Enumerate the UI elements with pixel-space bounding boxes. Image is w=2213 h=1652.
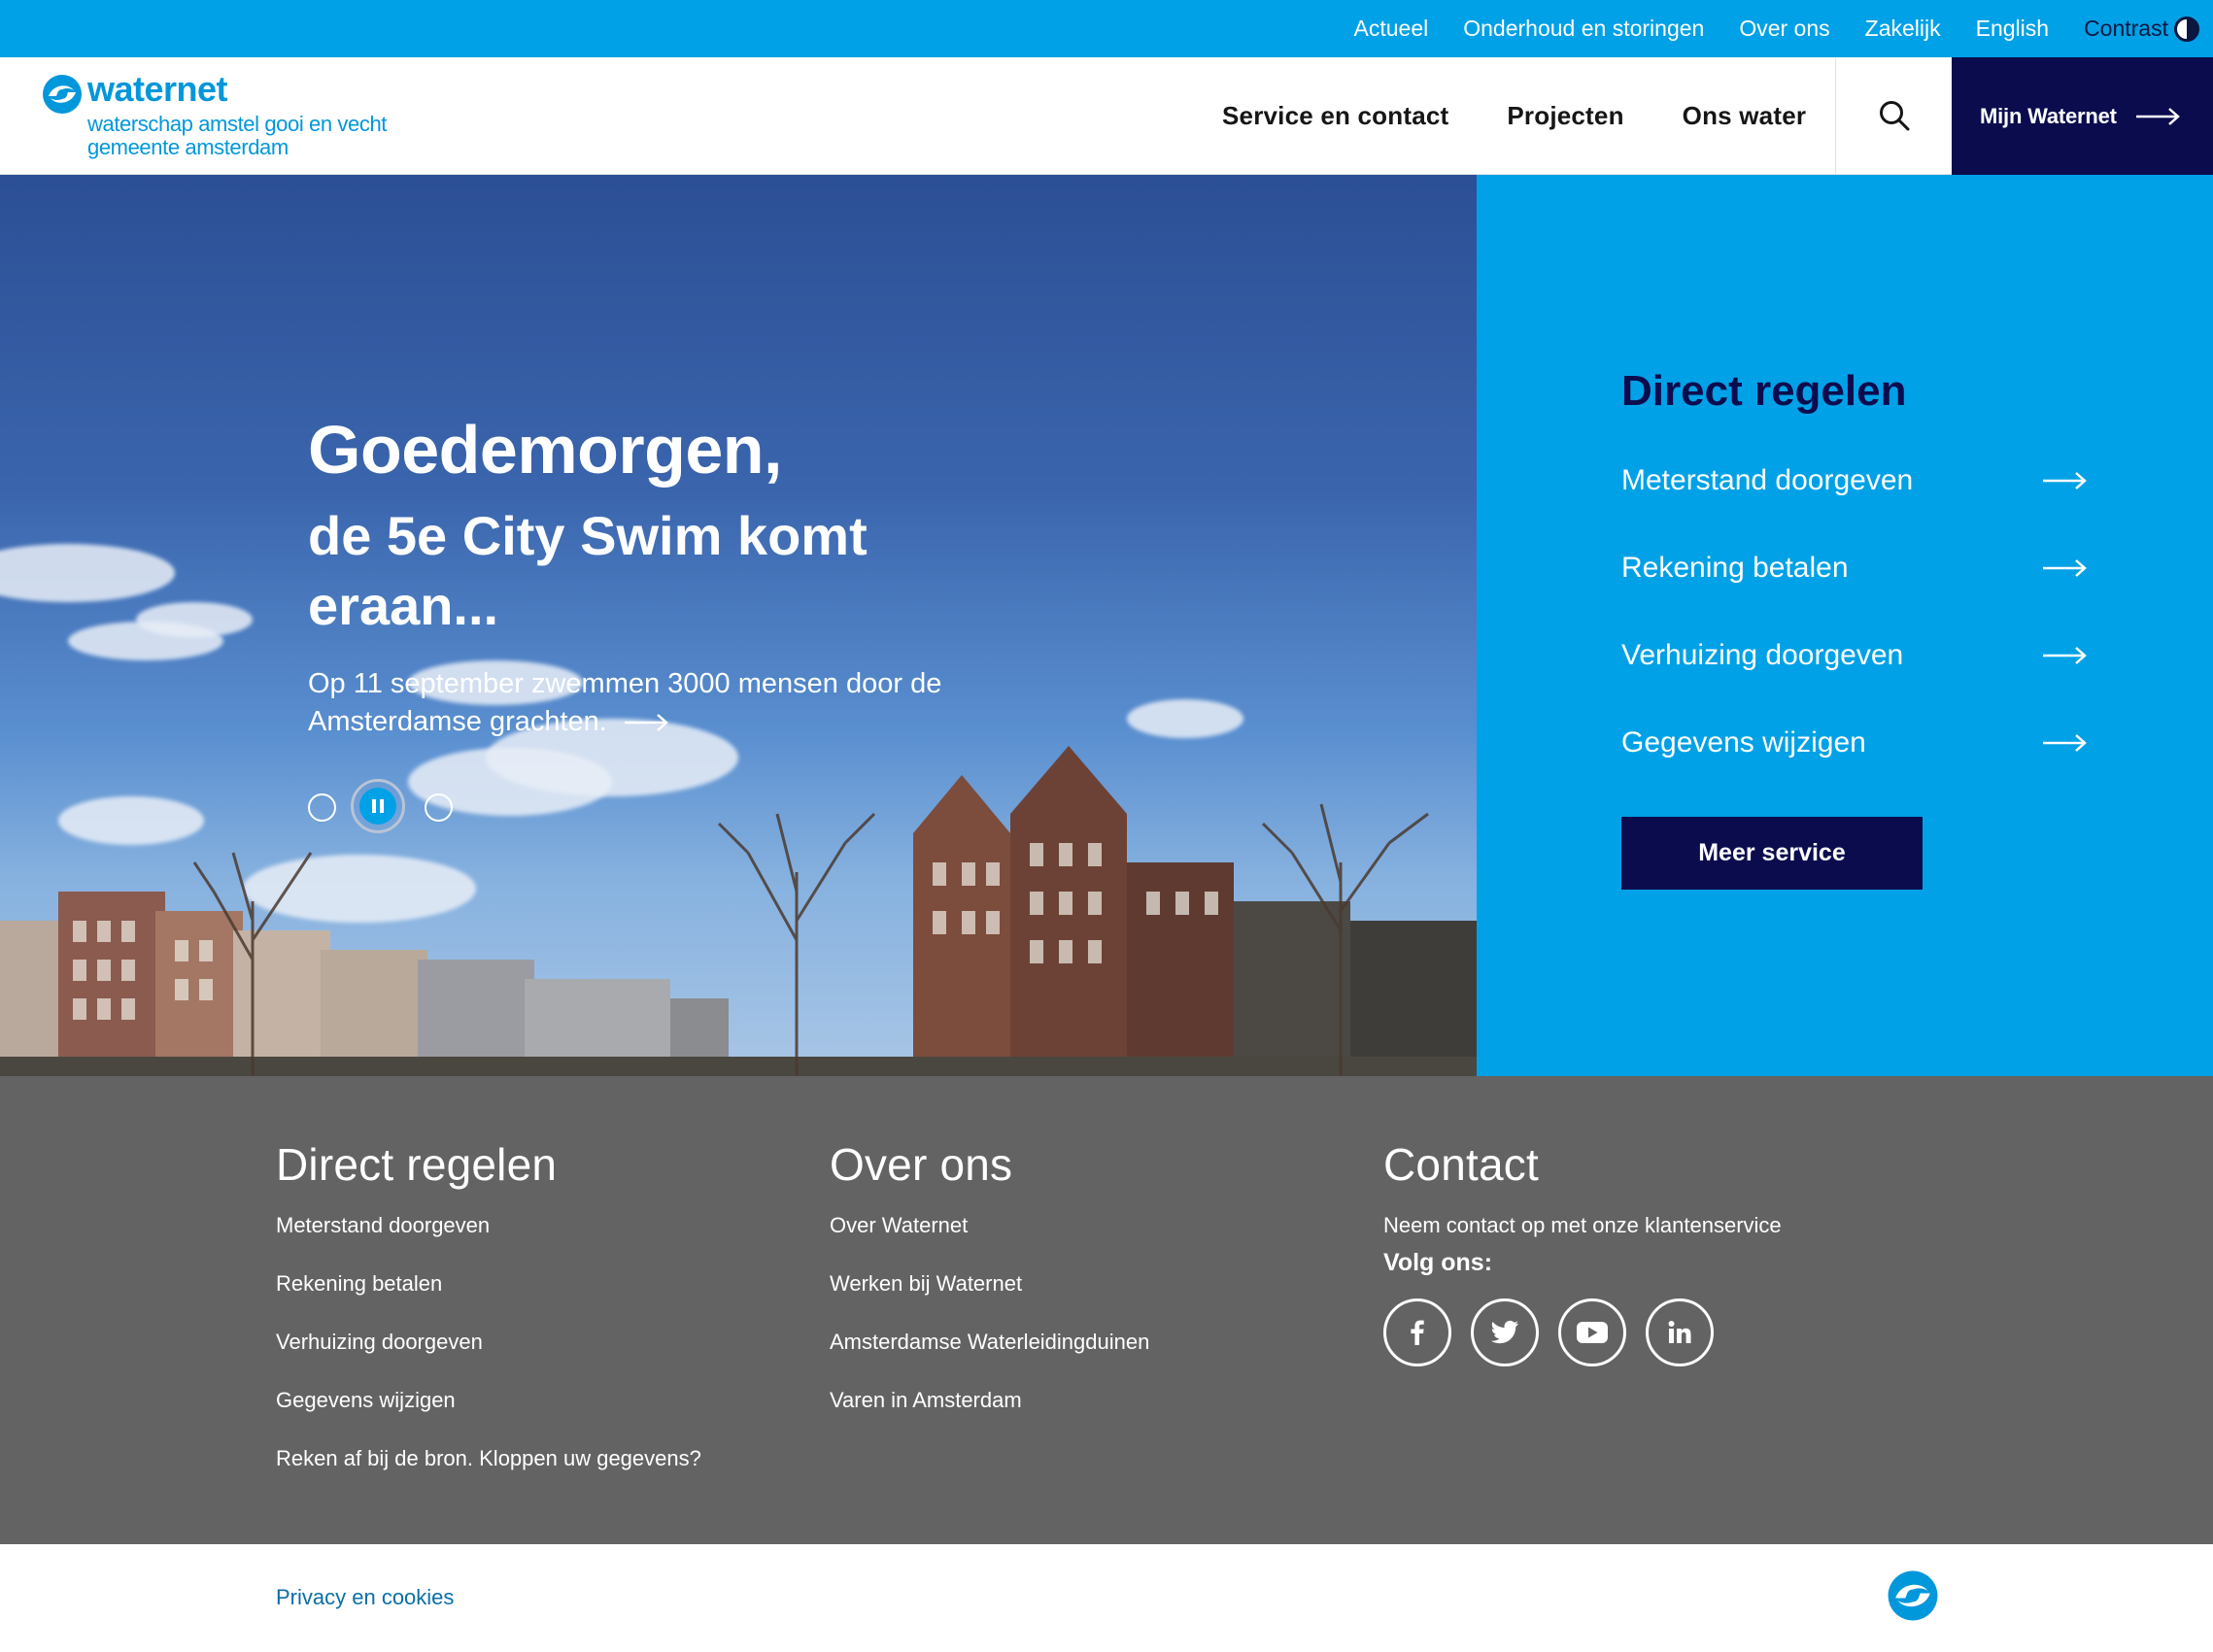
footer-link[interactable]: Rekening betalen	[276, 1270, 701, 1329]
arrow-right-icon	[624, 714, 668, 732]
arrow-right-icon	[2043, 472, 2087, 489]
panel-link-label: Rekening betalen	[1621, 552, 1849, 584]
nav-service-en-contact[interactable]: Service en contact	[1222, 101, 1448, 131]
panel-link-label: Gegevens wijzigen	[1621, 726, 1866, 759]
mijn-waternet-label: Mijn Waternet	[1980, 103, 2117, 128]
topbar-link-english[interactable]: English	[1976, 0, 2049, 57]
footer-heading: Over ons	[830, 1139, 1013, 1190]
hero-link[interactable]: Op 11 september zwemmen 3000 mensen door…	[308, 665, 1046, 741]
panel-link-label: Verhuizing doorgeven	[1621, 639, 1904, 671]
panel-link-meterstand[interactable]: Meterstand doorgeven	[1621, 456, 2088, 505]
search-icon	[1879, 101, 1909, 131]
privacy-link[interactable]: Privacy en cookies	[276, 1585, 454, 1610]
arrow-right-icon	[2043, 559, 2087, 577]
arrow-right-icon	[2043, 647, 2087, 664]
carousel-dot-3[interactable]	[425, 793, 453, 822]
arrow-right-icon	[2135, 107, 2180, 125]
footer-link[interactable]: Gegevens wijzigen	[276, 1387, 701, 1445]
footer-link[interactable]: Verhuizing doorgeven	[276, 1329, 701, 1387]
youtube-icon[interactable]	[1558, 1298, 1626, 1366]
footer-heading: Direct regelen	[276, 1139, 558, 1190]
follow-label: Volg ons:	[1383, 1249, 1493, 1276]
nav-ons-water[interactable]: Ons water	[1683, 101, 1807, 131]
twitter-icon[interactable]	[1471, 1298, 1539, 1366]
contact-link[interactable]: Neem contact op met onze klantenservice	[1383, 1213, 1782, 1237]
footer-link[interactable]: Over Waternet	[830, 1212, 1149, 1270]
footer-column-contact: Contact Neem contact op met onze klanten…	[1383, 1138, 1782, 1366]
nav-projecten[interactable]: Projecten	[1507, 101, 1623, 131]
carousel-controls	[308, 779, 502, 837]
trees-illustration	[192, 803, 1429, 1076]
hero-greeting: Goedemorgen,	[308, 412, 782, 488]
cloud-shape	[0, 544, 175, 602]
footer-link[interactable]: Reken af bij de bron. Kloppen uw gegeven…	[276, 1445, 701, 1503]
waternet-logo[interactable]: waternet waterschap amstel gooi en vecht…	[41, 69, 449, 160]
topbar-link-zakelijk[interactable]: Zakelijk	[1865, 0, 1941, 57]
hero-carousel: Goedemorgen, de 5e City Swim komt eraan.…	[0, 175, 1477, 1076]
social-links	[1383, 1298, 1782, 1366]
footer-link[interactable]: Meterstand doorgeven	[276, 1212, 701, 1270]
panel-link-rekening[interactable]: Rekening betalen	[1621, 544, 2088, 592]
contrast-toggle[interactable]: Contrast	[2084, 0, 2199, 57]
footer-link[interactable]: Amsterdamse Waterleidingduinen	[830, 1329, 1149, 1387]
panel-title: Direct regelen	[1621, 367, 1907, 415]
direct-regelen-panel: Direct regelen Meterstand doorgeven Reke…	[1477, 175, 2213, 1076]
contrast-label: Contrast	[2084, 16, 2168, 41]
contrast-icon	[2174, 16, 2199, 42]
footer-column-over-ons: Over ons Over Waternet Werken bij Watern…	[830, 1138, 1149, 1445]
footer-link[interactable]: Werken bij Waternet	[830, 1270, 1149, 1329]
topbar-link-actueel[interactable]: Actueel	[1354, 0, 1429, 57]
footer-link[interactable]: Varen in Amsterdam	[830, 1387, 1149, 1445]
linkedin-icon[interactable]	[1646, 1298, 1714, 1366]
logo-subline-2: gemeente amsterdam	[87, 135, 289, 159]
panel-link-label: Meterstand doorgeven	[1621, 464, 1914, 496]
panel-link-gegevens[interactable]: Gegevens wijzigen	[1621, 719, 2088, 767]
site-header: waternet waterschap amstel gooi en vecht…	[0, 57, 2213, 175]
carousel-dot-1[interactable]	[308, 793, 336, 822]
pause-icon	[359, 788, 396, 825]
topbar-link-over-ons[interactable]: Over ons	[1739, 0, 1829, 57]
logo-wordmark: waternet	[87, 69, 228, 109]
meer-service-button[interactable]: Meer service	[1621, 817, 1923, 890]
topbar-link-onderhoud[interactable]: Onderhoud en storingen	[1463, 0, 1704, 57]
bottom-bar: Privacy en cookies	[0, 1544, 2213, 1652]
main-nav: Service en contact Projecten Ons water	[1222, 57, 1864, 174]
panel-link-verhuizing[interactable]: Verhuizing doorgeven	[1621, 631, 2088, 680]
cloud-shape	[136, 602, 253, 637]
hero-headline: de 5e City Swim komt eraan...	[308, 505, 868, 636]
arrow-right-icon	[2043, 734, 2087, 752]
footer-heading: Contact	[1383, 1139, 1539, 1190]
logo-subline-1: waterschap amstel gooi en vecht	[87, 112, 387, 136]
footer-column-direct-regelen: Direct regelen Meterstand doorgeven Reke…	[276, 1138, 701, 1503]
search-button[interactable]	[1835, 57, 1952, 174]
carousel-pause-button[interactable]	[351, 779, 405, 833]
utility-bar: Actueel Onderhoud en storingen Over ons …	[0, 0, 2213, 57]
waternet-logo-icon	[1888, 1570, 1938, 1621]
waternet-logo-icon	[43, 75, 82, 114]
mijn-waternet-button[interactable]: Mijn Waternet	[1952, 57, 2213, 175]
facebook-icon[interactable]	[1383, 1298, 1451, 1366]
site-footer: Direct regelen Meterstand doorgeven Reke…	[0, 1076, 2213, 1544]
